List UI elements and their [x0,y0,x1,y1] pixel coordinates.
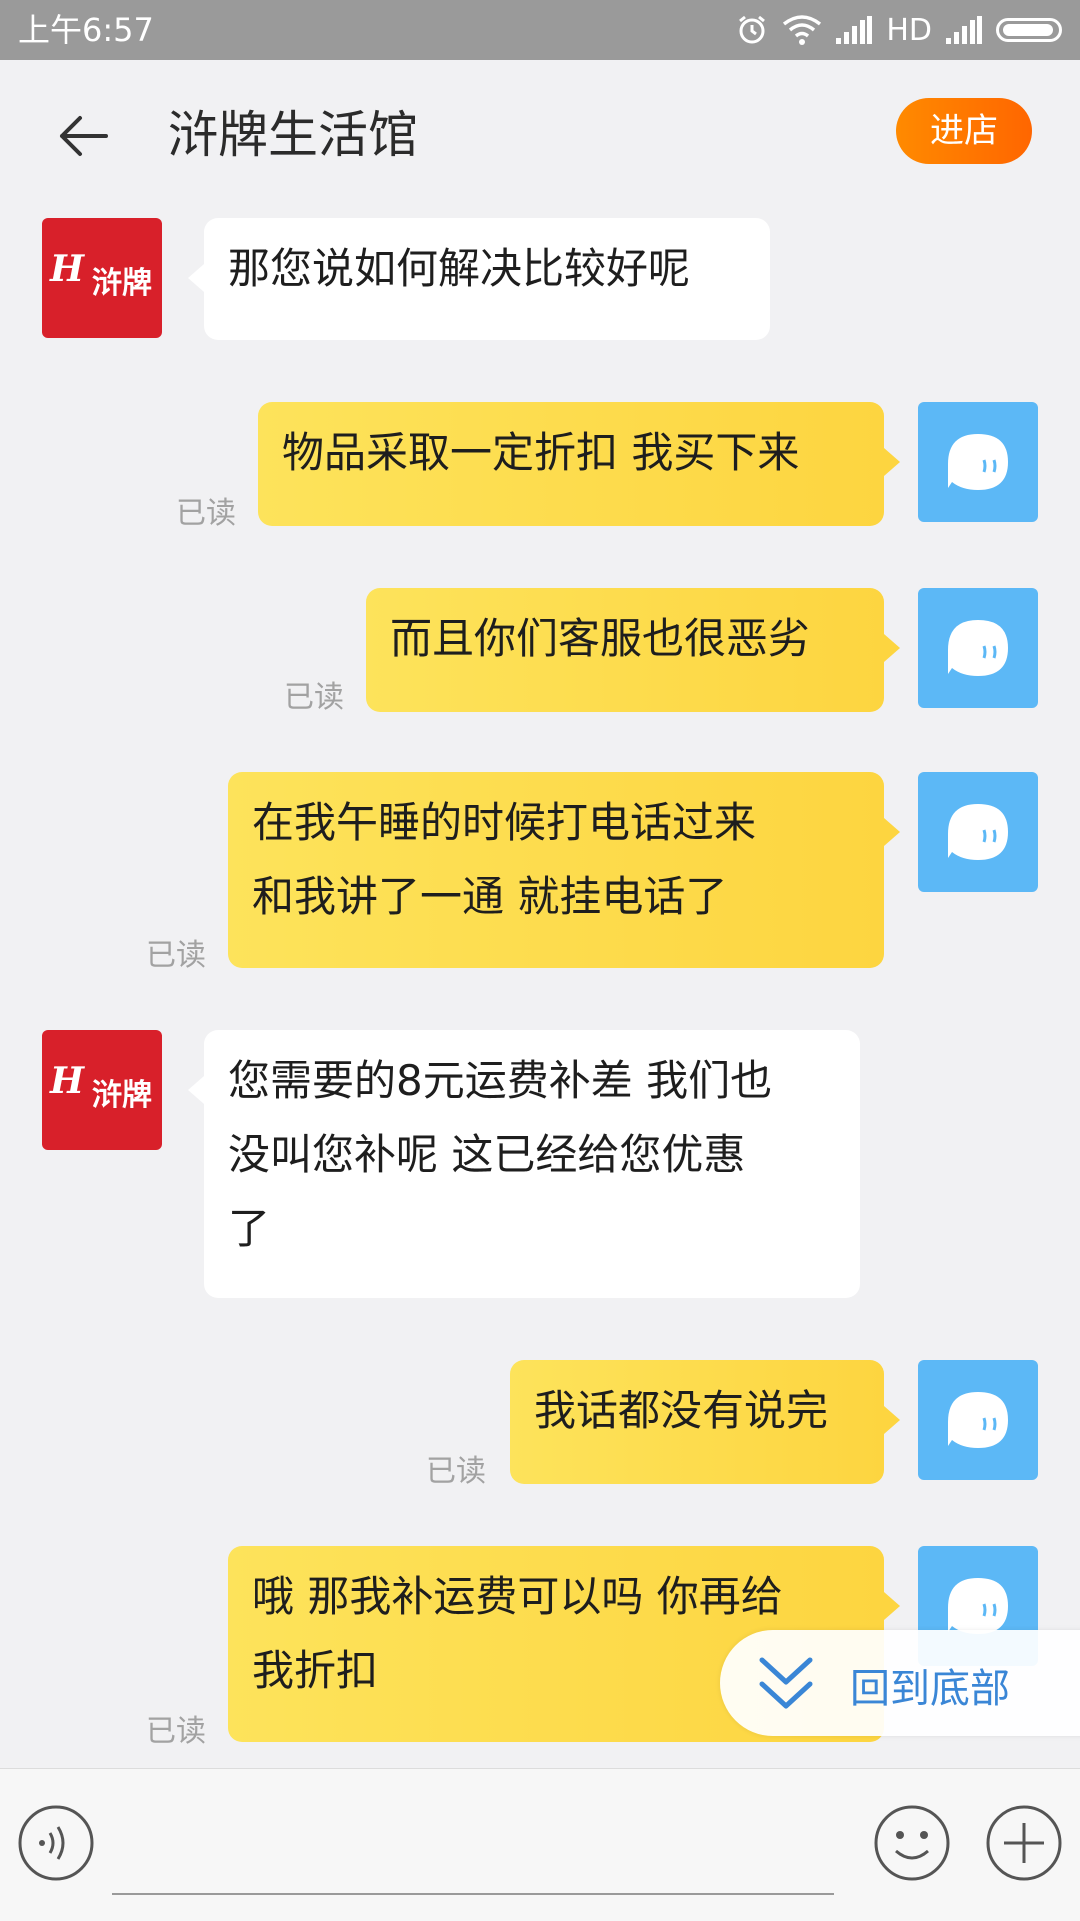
back-to-bottom-button[interactable]: 回到底部 [720,1630,1080,1736]
plus-icon[interactable] [984,1803,1064,1883]
read-receipt: 已读 [426,1454,486,1489]
read-receipt: 已读 [176,496,236,531]
read-receipt: 已读 [284,680,344,715]
page-title: 浒牌生活馆 [168,106,418,164]
battery-icon [996,18,1062,42]
status-bar: 上午6:57 HD [0,0,1080,60]
user-avatar[interactable] [918,772,1038,892]
message-bubble[interactable]: 在我午睡的时候打电话过来 和我讲了一通 就挂电话了 [228,772,900,968]
chat-bubble-icon [948,1392,1008,1448]
message-input[interactable] [112,1893,834,1895]
enter-shop-button[interactable]: 进店 [896,98,1032,164]
voice-icon[interactable] [16,1803,96,1883]
double-chevron-down-icon [759,1657,813,1709]
back-to-bottom-label: 回到底部 [850,1666,1010,1712]
emoji-icon[interactable] [872,1803,952,1883]
chat-header: 浒牌生活馆 进店 [0,60,1080,210]
read-receipt: 已读 [146,1714,206,1749]
wifi-icon [783,15,822,45]
shop-avatar[interactable]: H 浒牌 [42,1030,162,1150]
shop-logo-latin: H [50,1060,85,1102]
message-bubble[interactable]: 而且你们客服也很恶劣 [366,588,900,712]
message-bubble[interactable]: 物品采取一定折扣 我买下来 [258,402,900,526]
shop-logo-chinese: 浒牌 [92,1078,152,1113]
shop-avatar[interactable]: H 浒牌 [42,218,162,338]
message-bubble[interactable]: 我话都没有说完 [510,1360,900,1484]
user-avatar[interactable] [918,588,1038,708]
status-icons: HD [736,10,1062,50]
alarm-icon [739,15,766,44]
signal-icon-2 [946,16,982,44]
signal-icon [836,16,873,44]
message-bubble[interactable]: 您需要的8元运费补差 我们也 没叫您补呢 这已经给您优惠 了 [188,1030,860,1298]
arrow-left-icon[interactable] [54,106,114,166]
shop-logo-latin: H [50,248,85,290]
input-bar [0,1768,1080,1921]
chat-bubble-icon [948,434,1008,490]
chat-bubble-icon [948,620,1008,676]
message-bubble[interactable]: 那您说如何解决比较好呢 [188,218,770,340]
user-avatar[interactable] [918,1360,1038,1480]
user-avatar[interactable] [918,402,1038,522]
chat-bubble-icon [948,804,1008,860]
read-receipt: 已读 [146,938,206,973]
shop-logo-chinese: 浒牌 [92,266,152,301]
network-type: HD [886,12,932,48]
status-time: 上午6:57 [18,11,154,49]
